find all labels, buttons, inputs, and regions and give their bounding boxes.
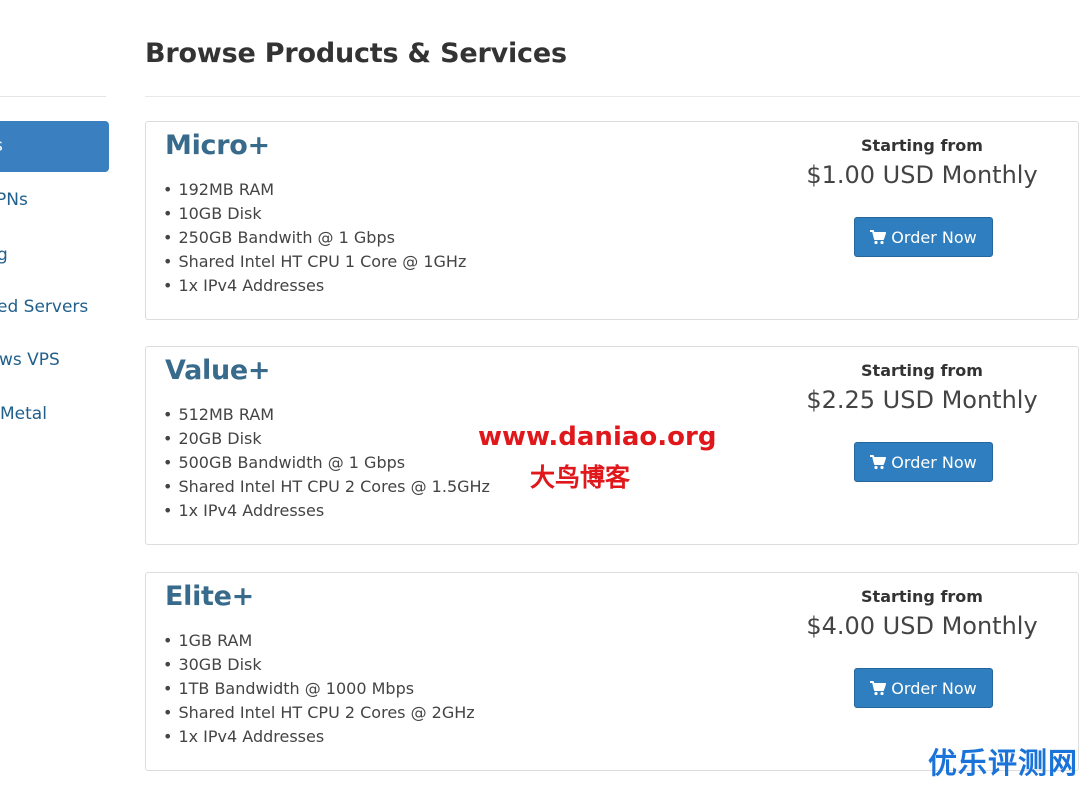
feature-item: Shared Intel HT CPU 1 Core @ 1GHz	[163, 250, 466, 274]
sidebar-item-label: Metal	[0, 404, 47, 424]
cart-icon	[870, 229, 887, 244]
feature-item: 500GB Bandwidth @ 1 Gbps	[163, 451, 490, 475]
feature-item: 250GB Bandwith @ 1 Gbps	[163, 226, 466, 250]
feature-item: 1GB RAM	[163, 629, 475, 653]
feature-item: 512MB RAM	[163, 403, 490, 427]
sidebar-item-label: ed Servers	[0, 297, 89, 317]
order-now-button[interactable]: Order Now	[854, 217, 993, 257]
feature-item: 30GB Disk	[163, 653, 475, 677]
sidebar-item-label: ws VPS	[0, 350, 60, 370]
feature-list: 192MB RAM 10GB Disk 250GB Bandwith @ 1 G…	[163, 178, 466, 298]
sidebar-item-label: s	[0, 121, 3, 171]
cart-icon	[870, 454, 887, 469]
price: $2.25 USD Monthly	[806, 386, 1038, 414]
feature-item: Shared Intel HT CPU 2 Cores @ 1.5GHz	[163, 475, 490, 499]
order-now-button[interactable]: Order Now	[854, 668, 993, 708]
feature-item: 1x IPv4 Addresses	[163, 274, 466, 298]
sidebar-item-vpns[interactable]: PNs	[0, 175, 106, 225]
page-title: Browse Products & Services	[145, 38, 567, 69]
sidebar-item-active[interactable]: s	[0, 121, 109, 172]
sidebar: s PNs g ed Servers ws VPS Metal	[0, 0, 110, 786]
sidebar-item-label: g	[0, 245, 8, 265]
pricing: Starting from $4.00 USD Monthly	[766, 587, 1078, 642]
product-card-micro: Micro+ 192MB RAM 10GB Disk 250GB Bandwit…	[145, 121, 1079, 320]
watermark-corner: 优乐评测网	[928, 746, 1079, 780]
order-now-label: Order Now	[891, 678, 977, 698]
pricing: Starting from $1.00 USD Monthly	[766, 136, 1078, 191]
starting-from-label: Starting from	[861, 587, 983, 606]
sidebar-item-bare-metal[interactable]: Metal	[0, 389, 106, 439]
sidebar-item-label: PNs	[0, 190, 28, 210]
header-divider	[145, 96, 1080, 97]
feature-item: Shared Intel HT CPU 2 Cores @ 2GHz	[163, 701, 474, 725]
cart-icon	[870, 680, 887, 695]
sidebar-item-hosting[interactable]: g	[0, 230, 106, 280]
price: $4.00 USD Monthly	[806, 612, 1038, 640]
starting-from-label: Starting from	[861, 361, 983, 380]
feature-item: 10GB Disk	[163, 202, 466, 226]
feature-list: 512MB RAM 20GB Disk 500GB Bandwidth @ 1 …	[163, 403, 490, 523]
price: $1.00 USD Monthly	[806, 161, 1038, 189]
feature-item: 1TB Bandwidth @ 1000 Mbps	[163, 677, 475, 701]
sidebar-item-windows-vps[interactable]: ws VPS	[0, 335, 106, 385]
pricing: Starting from $2.25 USD Monthly	[766, 361, 1078, 416]
order-now-button[interactable]: Order Now	[854, 442, 993, 482]
product-name: Value+	[165, 355, 271, 386]
order-now-label: Order Now	[891, 227, 977, 247]
feature-item: 20GB Disk	[163, 427, 490, 451]
order-now-label: Order Now	[891, 452, 977, 472]
feature-item: 1x IPv4 Addresses	[163, 499, 490, 523]
feature-item: 192MB RAM	[163, 178, 466, 202]
sidebar-item-dedicated-servers[interactable]: ed Servers	[0, 282, 106, 332]
product-name: Micro+	[165, 130, 270, 161]
feature-item: 1x IPv4 Addresses	[163, 725, 475, 749]
product-name: Elite+	[165, 581, 254, 612]
starting-from-label: Starting from	[861, 136, 983, 155]
watermark-blog: 大鸟博客	[530, 463, 631, 492]
watermark-site: www.daniao.org	[478, 422, 717, 452]
feature-list: 1GB RAM 30GB Disk 1TB Bandwidth @ 1000 M…	[163, 629, 475, 749]
page: s PNs g ed Servers ws VPS Metal Browse P…	[0, 0, 1088, 786]
sidebar-divider	[0, 96, 106, 97]
